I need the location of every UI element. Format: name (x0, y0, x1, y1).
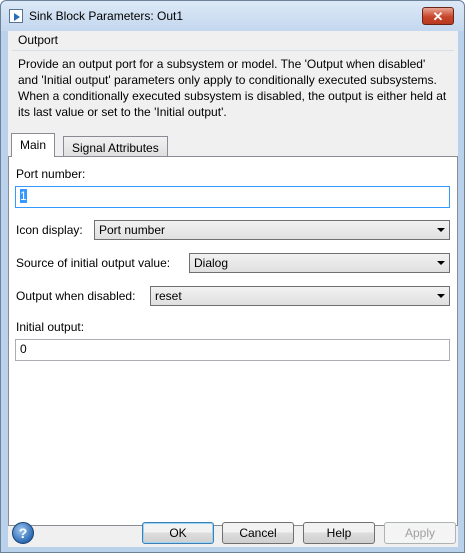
initial-output-input[interactable]: 0 (15, 339, 450, 361)
chevron-down-icon (437, 294, 445, 298)
output-when-disabled-dropdown[interactable]: reset (150, 286, 450, 306)
output-when-disabled-value: reset (155, 289, 182, 303)
tab-panel-main: Port number: 1 Icon display: Port number… (8, 156, 458, 526)
initial-output-value: 0 (20, 342, 27, 356)
initial-output-label: Initial output: (16, 320, 85, 334)
cancel-button[interactable]: Cancel (222, 522, 294, 544)
block-description: Provide an output port for a subsystem o… (18, 57, 447, 119)
apply-button[interactable]: Apply (384, 522, 456, 544)
window-title: Sink Block Parameters: Out1 (29, 9, 184, 23)
help-button[interactable]: Help (303, 522, 375, 544)
help-icon[interactable]: ? (12, 522, 34, 544)
close-icon: ✕ (432, 8, 444, 24)
tab-signal-attributes[interactable]: Signal Attributes (63, 136, 168, 158)
source-initial-output-label: Source of initial output value: (16, 256, 171, 270)
title-bar[interactable]: Sink Block Parameters: Out1 ✕ (1, 1, 464, 31)
icon-display-label: Icon display: (16, 223, 83, 237)
dialog-window: Sink Block Parameters: Out1 ✕ Outport Pr… (0, 0, 465, 553)
icon-display-dropdown[interactable]: Port number (94, 220, 450, 240)
dialog-client-area: Outport Provide an output port for a sub… (8, 31, 458, 547)
group-title: Outport (18, 33, 59, 47)
source-initial-output-value: Dialog (194, 256, 229, 270)
tab-main[interactable]: Main (11, 133, 56, 157)
group-divider (12, 50, 454, 51)
chevron-down-icon (437, 261, 445, 265)
icon-display-value: Port number (99, 223, 166, 237)
chevron-down-icon (437, 228, 445, 232)
port-number-label: Port number: (16, 167, 86, 181)
port-number-input[interactable]: 1 (15, 186, 450, 208)
block-parameters-icon (9, 9, 23, 23)
source-initial-output-dropdown[interactable]: Dialog (189, 253, 450, 273)
port-number-value: 1 (20, 189, 27, 203)
close-button[interactable]: ✕ (422, 7, 454, 25)
ok-button[interactable]: OK (142, 522, 214, 544)
output-when-disabled-label: Output when disabled: (16, 289, 136, 303)
